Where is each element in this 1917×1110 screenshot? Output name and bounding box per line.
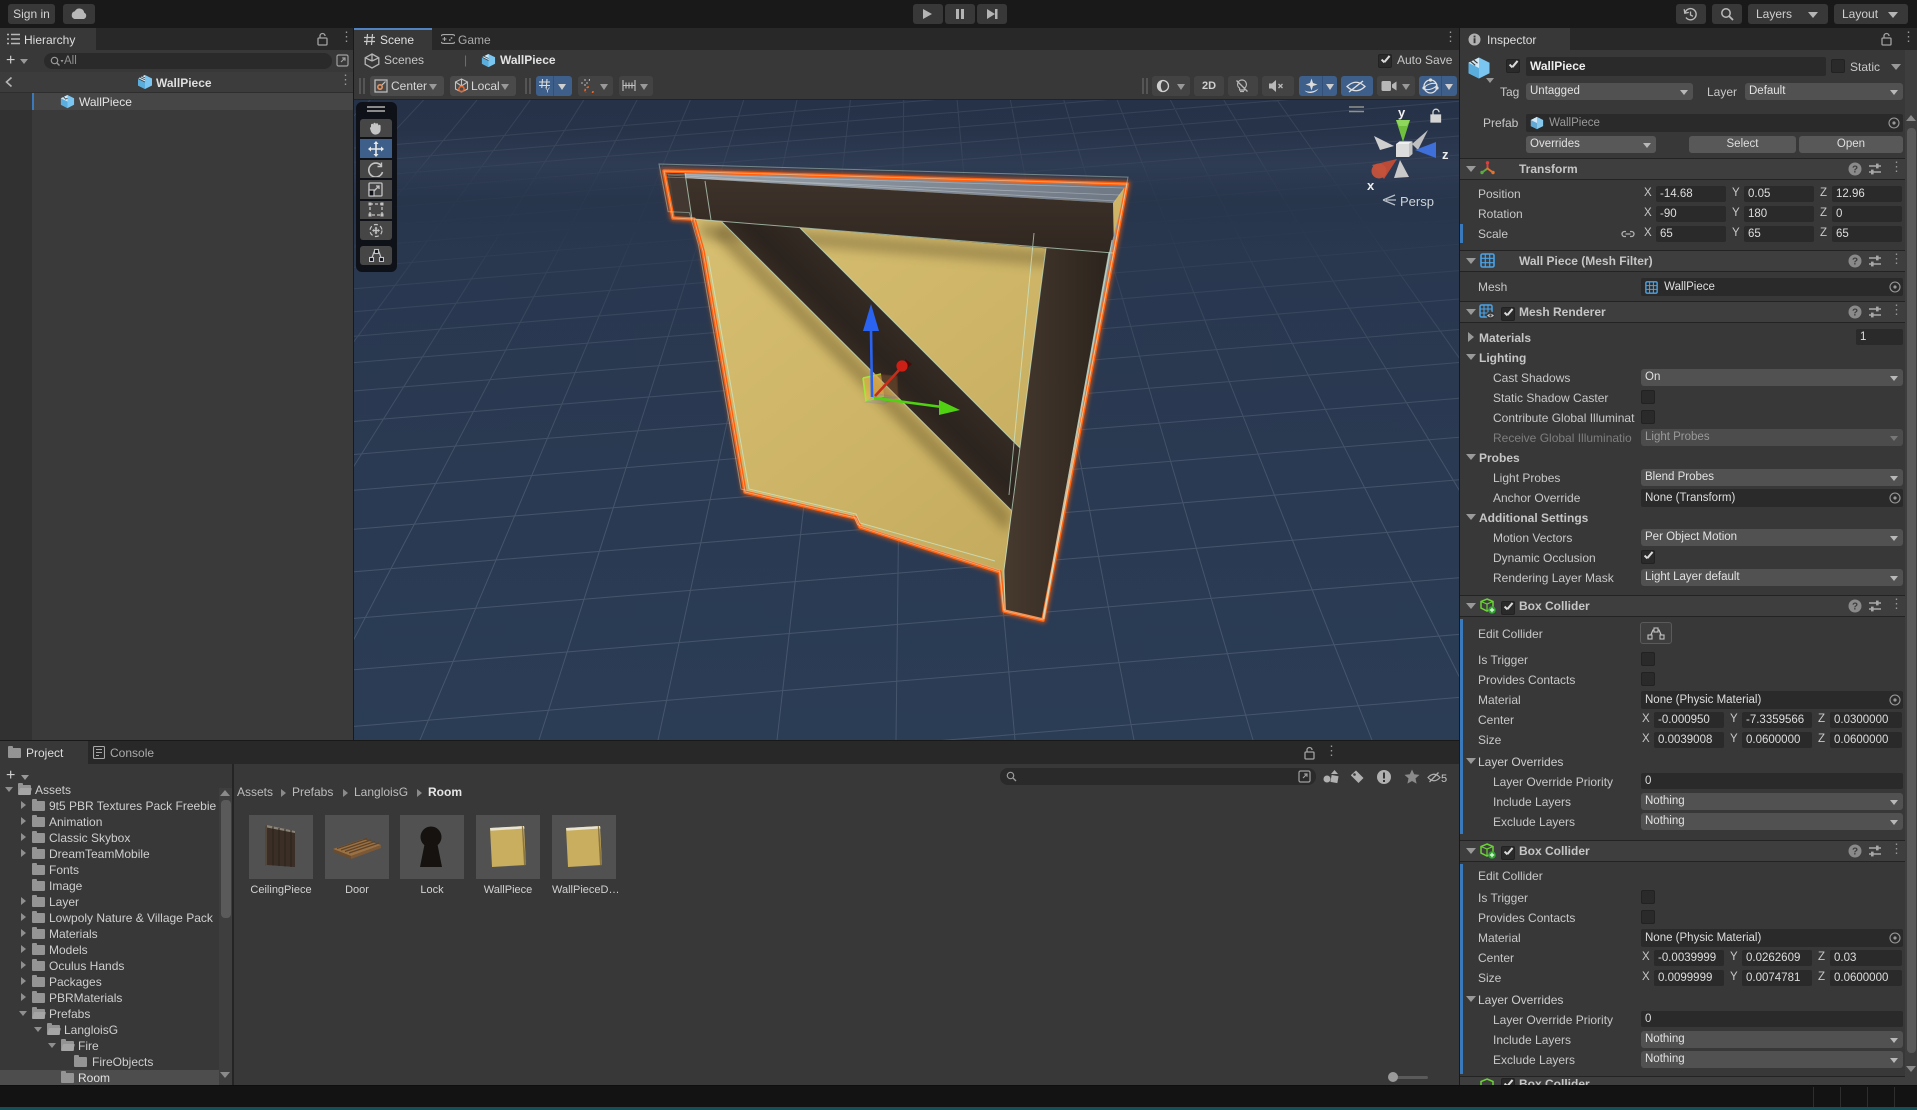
svg-text:?: ? (1852, 308, 1858, 319)
svg-text:y: y (1398, 105, 1406, 120)
svg-text:?: ? (1852, 257, 1858, 268)
svg-text:Persp: Persp (1400, 194, 1434, 209)
svg-text:x: x (1367, 178, 1375, 193)
svg-text:Y: Y (545, 86, 550, 94)
svg-text:?: ? (1852, 165, 1858, 176)
svg-text:?: ? (1852, 602, 1858, 613)
svg-text:?: ? (1852, 847, 1858, 858)
svg-text:z: z (1442, 147, 1449, 162)
svg-text:5: 5 (1441, 773, 1447, 784)
